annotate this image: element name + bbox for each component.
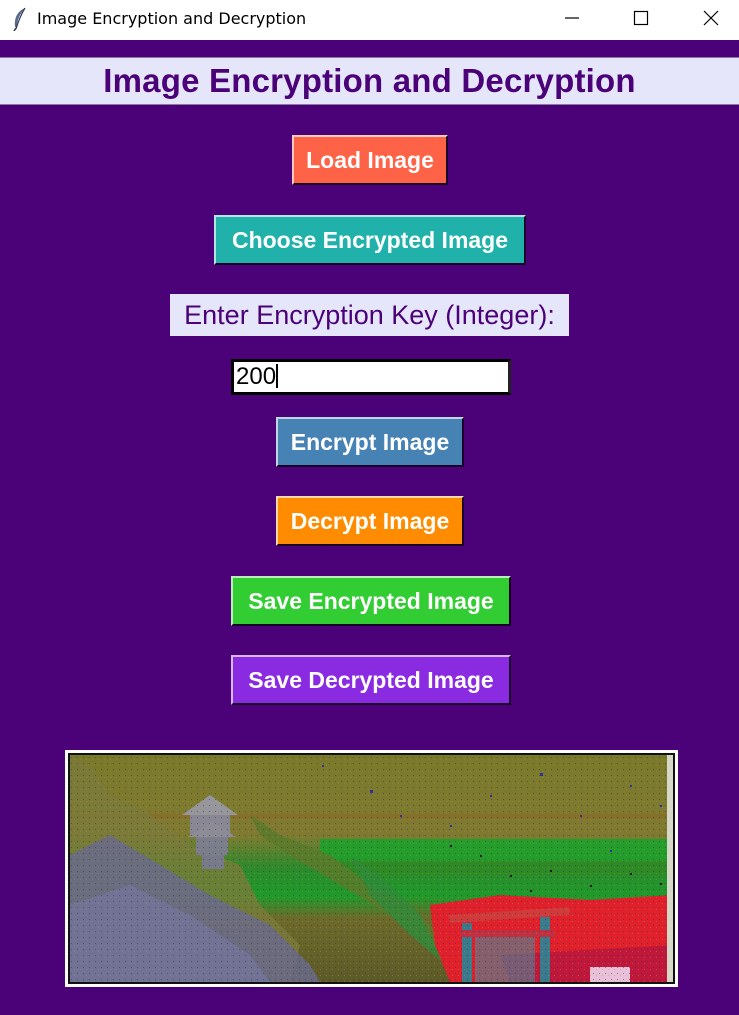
decrypt-image-button[interactable]: Decrypt Image: [276, 496, 464, 546]
window-title: Image Encryption and Decryption: [37, 9, 307, 28]
close-icon: [703, 10, 719, 26]
maximize-button[interactable]: [606, 0, 676, 36]
minimize-icon: [565, 17, 579, 19]
close-button[interactable]: [676, 0, 739, 36]
window-titlebar: Image Encryption and Decryption: [0, 0, 739, 40]
encryption-key-label: Enter Encryption Key (Integer):: [170, 294, 569, 336]
save-encrypted-image-button[interactable]: Save Encrypted Image: [231, 576, 511, 626]
app-window: Image Encryption and Decryption Load Ima…: [0, 40, 739, 1015]
encryption-key-input[interactable]: 200: [231, 359, 511, 395]
image-preview-frame: [65, 750, 678, 987]
minimize-button[interactable]: [537, 0, 607, 36]
encrypt-image-button[interactable]: Encrypt Image: [276, 417, 464, 467]
page-title: Image Encryption and Decryption: [103, 62, 636, 99]
feather-icon: [10, 7, 30, 32]
text-caret: [276, 364, 279, 388]
heading-band: Image Encryption and Decryption: [0, 57, 739, 105]
image-preview: [68, 753, 675, 984]
save-decrypted-image-button[interactable]: Save Decrypted Image: [231, 655, 511, 705]
maximize-icon: [633, 10, 649, 26]
encryption-key-value: 200: [236, 363, 277, 390]
choose-encrypted-image-button[interactable]: Choose Encrypted Image: [214, 215, 526, 265]
load-image-button[interactable]: Load Image: [292, 135, 448, 185]
